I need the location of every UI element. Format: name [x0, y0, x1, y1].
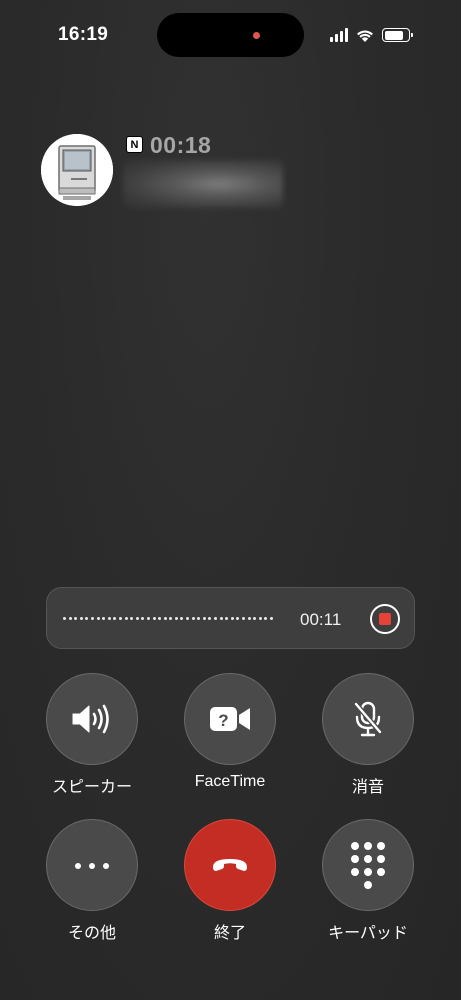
keypad-icon [351, 841, 385, 889]
status-time: 16:19 [58, 24, 109, 45]
stop-icon [379, 613, 391, 625]
call-screen: 16:19 N 00:18 00:11 スピーカー ? FaceTime 消音 … [0, 0, 461, 1000]
caller-name-redacted [123, 160, 283, 208]
facetime-video-icon: ? [210, 707, 250, 731]
more-button[interactable] [46, 819, 138, 911]
end-call-label: 終了 [213, 925, 246, 942]
call-duration: 00:18 [150, 132, 212, 158]
recording-indicator-dot [253, 32, 260, 39]
keypad-button[interactable] [322, 819, 414, 911]
speaker-button[interactable] [46, 673, 138, 765]
phone-hangup-icon [213, 859, 247, 871]
end-call-button[interactable] [184, 819, 276, 911]
more-label: その他 [67, 925, 116, 942]
ellipsis-icon [71, 856, 113, 874]
stop-recording-button[interactable] [370, 604, 400, 634]
call-recording-bar: 00:11 [46, 587, 415, 649]
notion-app-badge: N [126, 136, 143, 153]
mute-label: 消音 [351, 779, 384, 796]
wifi-icon [357, 30, 373, 42]
caller-avatar [41, 134, 113, 206]
keypad-label: キーパッド [328, 925, 408, 942]
battery-icon [382, 28, 413, 42]
speaker-label: スピーカー [51, 779, 132, 796]
facetime-button[interactable]: ? [184, 673, 276, 765]
dynamic-island [157, 13, 304, 57]
recording-elapsed-time: 00:11 [300, 610, 342, 629]
cellular-signal-icon [330, 28, 348, 42]
computer-icon [41, 134, 113, 206]
svg-text:?: ? [218, 711, 228, 730]
microphone-slash-icon [354, 701, 382, 737]
speaker-icon [72, 704, 109, 734]
status-icons [330, 27, 413, 43]
mute-button[interactable] [322, 673, 414, 765]
recording-waveform [63, 617, 273, 621]
facetime-label: FaceTime [194, 773, 266, 790]
